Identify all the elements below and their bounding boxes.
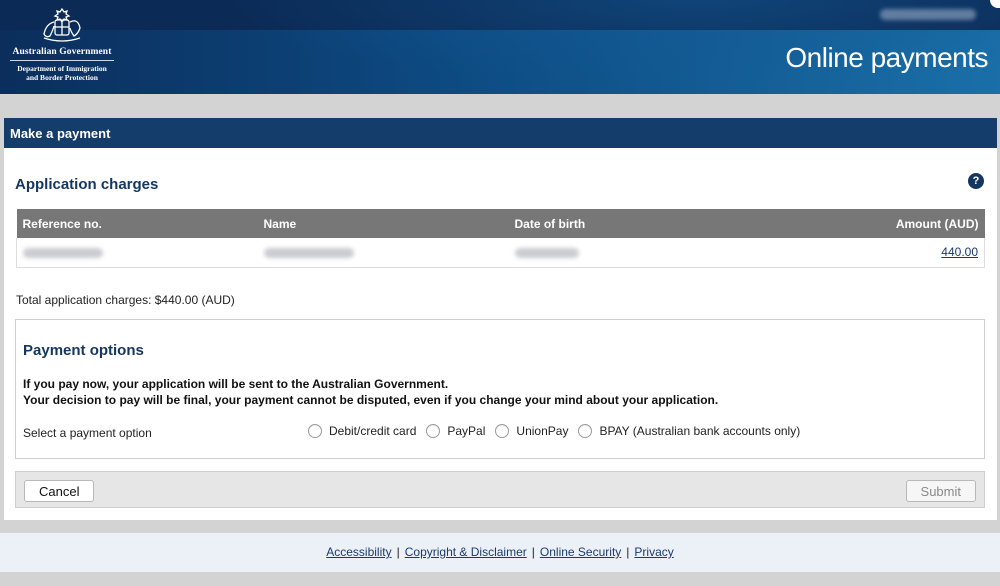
payment-option-group: Debit/credit card PayPal UnionPay BPAY (… (308, 424, 810, 438)
footer-separator: | (531, 545, 535, 559)
footer-separator: | (626, 545, 630, 559)
site-footer: Accessibility | Copyright & Disclaimer | Onl… (0, 533, 1000, 572)
radio-circle-icon[interactable] (426, 424, 441, 438)
radio-label: PayPal (447, 424, 486, 438)
charges-table: Reference no. Name Date of birth Amount … (16, 209, 985, 268)
payment-option-label: Select a payment option (23, 426, 152, 440)
footer-link-online-security[interactable]: Online Security (540, 545, 621, 559)
redacted-dob (508, 238, 759, 268)
make-payment-panel: Make a payment Application charges ? Ref… (4, 118, 997, 520)
department-line-2: and Border Protection (26, 73, 98, 82)
amount-link[interactable]: 440.00 (941, 245, 978, 259)
warning-line-1: If you pay now, your application will be… (23, 377, 449, 391)
footer-link-copyright[interactable]: Copyright & Disclaimer (405, 545, 527, 559)
payment-options-title: Payment options (23, 342, 144, 359)
footer-link-accessibility[interactable]: Accessibility (326, 545, 391, 559)
footer-link-privacy[interactable]: Privacy (634, 545, 673, 559)
radio-bpay[interactable]: BPAY (Australian bank accounts only) (578, 424, 800, 438)
radio-label: Debit/credit card (329, 424, 417, 438)
column-reference: Reference no. (16, 209, 258, 238)
page-title: Online payments (785, 42, 988, 73)
total-charges: Total application charges: $440.00 (AUD) (16, 293, 235, 307)
radio-circle-icon[interactable] (495, 424, 510, 438)
site-header: Australian Government Department of Immi… (0, 0, 1000, 94)
form-actions-bar: Cancel Submit (15, 471, 985, 508)
amount-cell: 440.00 (758, 238, 985, 268)
column-amount: Amount (AUD) (758, 209, 985, 238)
table-header-row: Reference no. Name Date of birth Amount … (16, 209, 985, 238)
bottom-band (0, 572, 1000, 586)
redacted-name (257, 238, 509, 268)
payment-warning: If you pay now, your application will be… (23, 376, 718, 408)
cancel-button[interactable]: Cancel (24, 480, 95, 502)
radio-circle-icon[interactable] (308, 424, 322, 438)
application-charges-title: Application charges (15, 176, 159, 193)
radio-circle-icon[interactable] (578, 424, 593, 438)
coat-of-arms-icon (43, 7, 81, 42)
redacted-reference (16, 238, 258, 268)
column-dob: Date of birth (508, 209, 759, 238)
radio-debit-credit-card[interactable]: Debit/credit card (308, 424, 416, 438)
government-name: Australian Government (12, 47, 112, 57)
radio-paypal[interactable]: PayPal (426, 424, 485, 438)
radio-unionpay[interactable]: UnionPay (495, 424, 568, 438)
radio-label: BPAY (Australian bank accounts only) (599, 424, 801, 438)
department-line-1: Department of Immigration (17, 64, 107, 73)
panel-heading: Make a payment (4, 118, 997, 148)
footer-separator: | (396, 545, 400, 559)
logo-divider (10, 60, 114, 61)
government-logo: Australian Government Department of Immi… (8, 6, 116, 86)
redacted-user-name (880, 9, 976, 20)
table-row: 440.00 (16, 238, 985, 268)
column-name: Name (257, 209, 509, 238)
payment-options-section: Payment options If you pay now, your app… (15, 319, 985, 459)
help-icon[interactable]: ? (968, 173, 984, 189)
submit-button[interactable]: Submit (905, 480, 976, 502)
warning-line-2: Your decision to pay will be final, your… (23, 393, 719, 407)
radio-label: UnionPay (516, 424, 569, 438)
